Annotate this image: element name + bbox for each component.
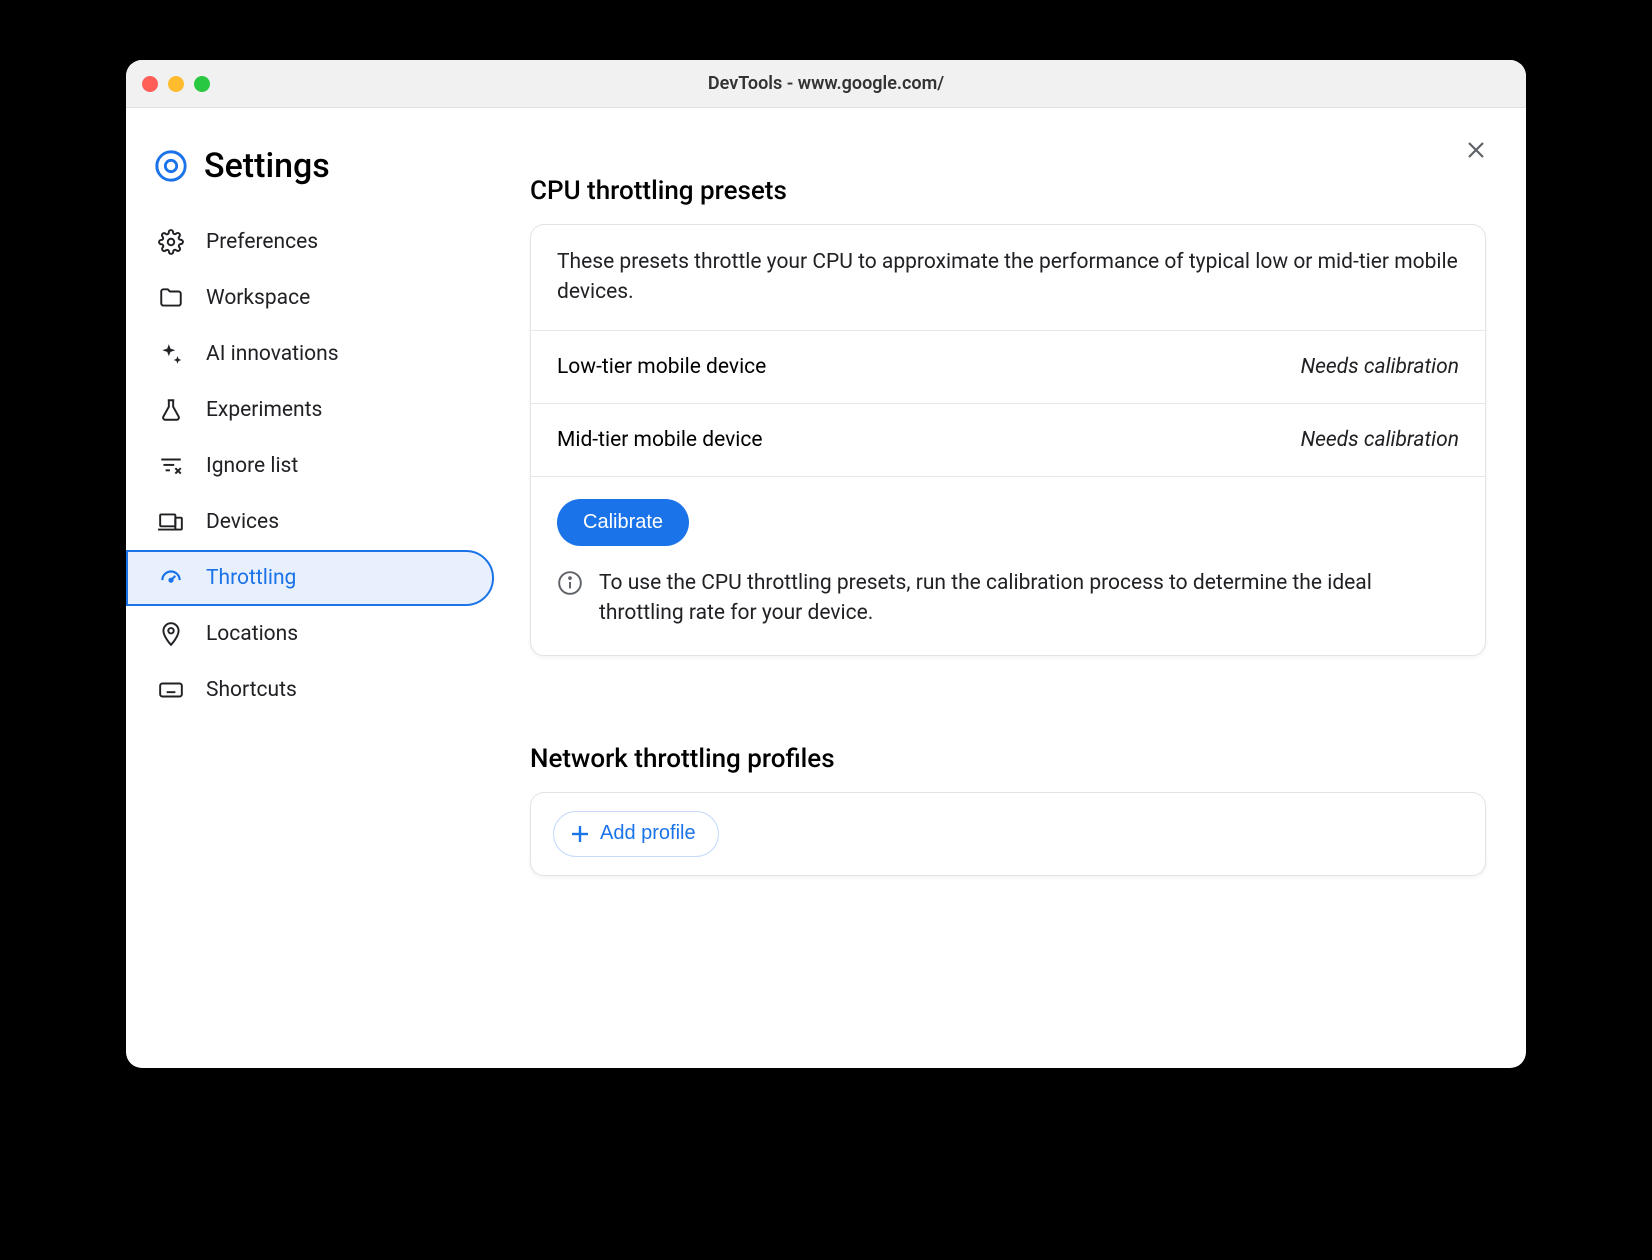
page-title: Settings xyxy=(204,146,330,186)
settings-header: Settings xyxy=(126,138,506,214)
sidebar-item-label: Throttling xyxy=(206,566,296,590)
pin-icon xyxy=(158,621,184,647)
sidebar-item-workspace[interactable]: Workspace xyxy=(126,270,494,326)
cpu-preset-row: Mid-tier mobile device Needs calibration xyxy=(531,404,1485,477)
sidebar-item-label: Locations xyxy=(206,622,298,646)
sidebar-item-locations[interactable]: Locations xyxy=(126,606,494,662)
sidebar-item-label: Devices xyxy=(206,510,279,534)
folder-icon xyxy=(158,285,184,311)
cpu-preset-name: Mid-tier mobile device xyxy=(557,428,763,452)
sidebar-item-shortcuts[interactable]: Shortcuts xyxy=(126,662,494,718)
cpu-presets-card: These presets throttle your CPU to appro… xyxy=(530,224,1486,656)
window-title: DevTools - www.google.com/ xyxy=(126,73,1526,94)
settings-main: CPU throttling presets These presets thr… xyxy=(506,108,1526,1068)
info-icon xyxy=(557,570,583,596)
sidebar-item-label: Ignore list xyxy=(206,454,298,478)
sidebar-item-label: Experiments xyxy=(206,398,322,422)
cpu-preset-status: Needs calibration xyxy=(1301,428,1459,452)
plus-icon xyxy=(568,822,592,846)
sidebar-item-experiments[interactable]: Experiments xyxy=(126,382,494,438)
sidebar-item-ignore-list[interactable]: Ignore list xyxy=(126,438,494,494)
sidebar-item-label: AI innovations xyxy=(206,342,339,366)
close-window-button[interactable] xyxy=(142,76,158,92)
calibrate-button[interactable]: Calibrate xyxy=(557,499,689,546)
devices-icon xyxy=(158,509,184,535)
keyboard-icon xyxy=(158,677,184,703)
gear-icon xyxy=(158,229,184,255)
cpu-presets-description: These presets throttle your CPU to appro… xyxy=(531,225,1485,331)
titlebar: DevTools - www.google.com/ xyxy=(126,60,1526,108)
maximize-window-button[interactable] xyxy=(194,76,210,92)
minimize-window-button[interactable] xyxy=(168,76,184,92)
cpu-preset-name: Low-tier mobile device xyxy=(557,355,766,379)
sidebar-item-devices[interactable]: Devices xyxy=(126,494,494,550)
network-profiles-card: Add profile xyxy=(530,792,1486,876)
filter-x-icon xyxy=(158,453,184,479)
add-profile-label: Add profile xyxy=(600,822,696,845)
calibration-info-text: To use the CPU throttling presets, run t… xyxy=(599,568,1459,629)
devtools-window: DevTools - www.google.com/ Settings xyxy=(126,60,1526,1068)
cpu-preset-status: Needs calibration xyxy=(1301,355,1459,379)
sidebar-item-label: Preferences xyxy=(206,230,318,254)
traffic-lights xyxy=(142,76,210,92)
add-profile-button[interactable]: Add profile xyxy=(553,811,719,857)
network-profiles-heading: Network throttling profiles xyxy=(530,744,1486,774)
flask-icon xyxy=(158,397,184,423)
cpu-preset-row: Low-tier mobile device Needs calibration xyxy=(531,331,1485,404)
sidebar-item-label: Shortcuts xyxy=(206,678,297,702)
gauge-icon xyxy=(158,565,184,591)
close-settings-button[interactable] xyxy=(1462,136,1490,164)
sidebar-item-throttling[interactable]: Throttling xyxy=(126,550,494,606)
cpu-card-actions: Calibrate To use the CPU throttling pres… xyxy=(531,477,1485,655)
sidebar-item-label: Workspace xyxy=(206,286,310,310)
sidebar-item-ai-innovations[interactable]: AI innovations xyxy=(126,326,494,382)
cpu-presets-heading: CPU throttling presets xyxy=(530,176,1486,206)
sparkle-icon xyxy=(158,341,184,367)
calibration-info: To use the CPU throttling presets, run t… xyxy=(557,568,1459,629)
devtools-logo-icon xyxy=(154,149,188,183)
sidebar-item-preferences[interactable]: Preferences xyxy=(126,214,494,270)
settings-sidebar: Settings Preferences Workspace AI innova… xyxy=(126,108,506,1068)
